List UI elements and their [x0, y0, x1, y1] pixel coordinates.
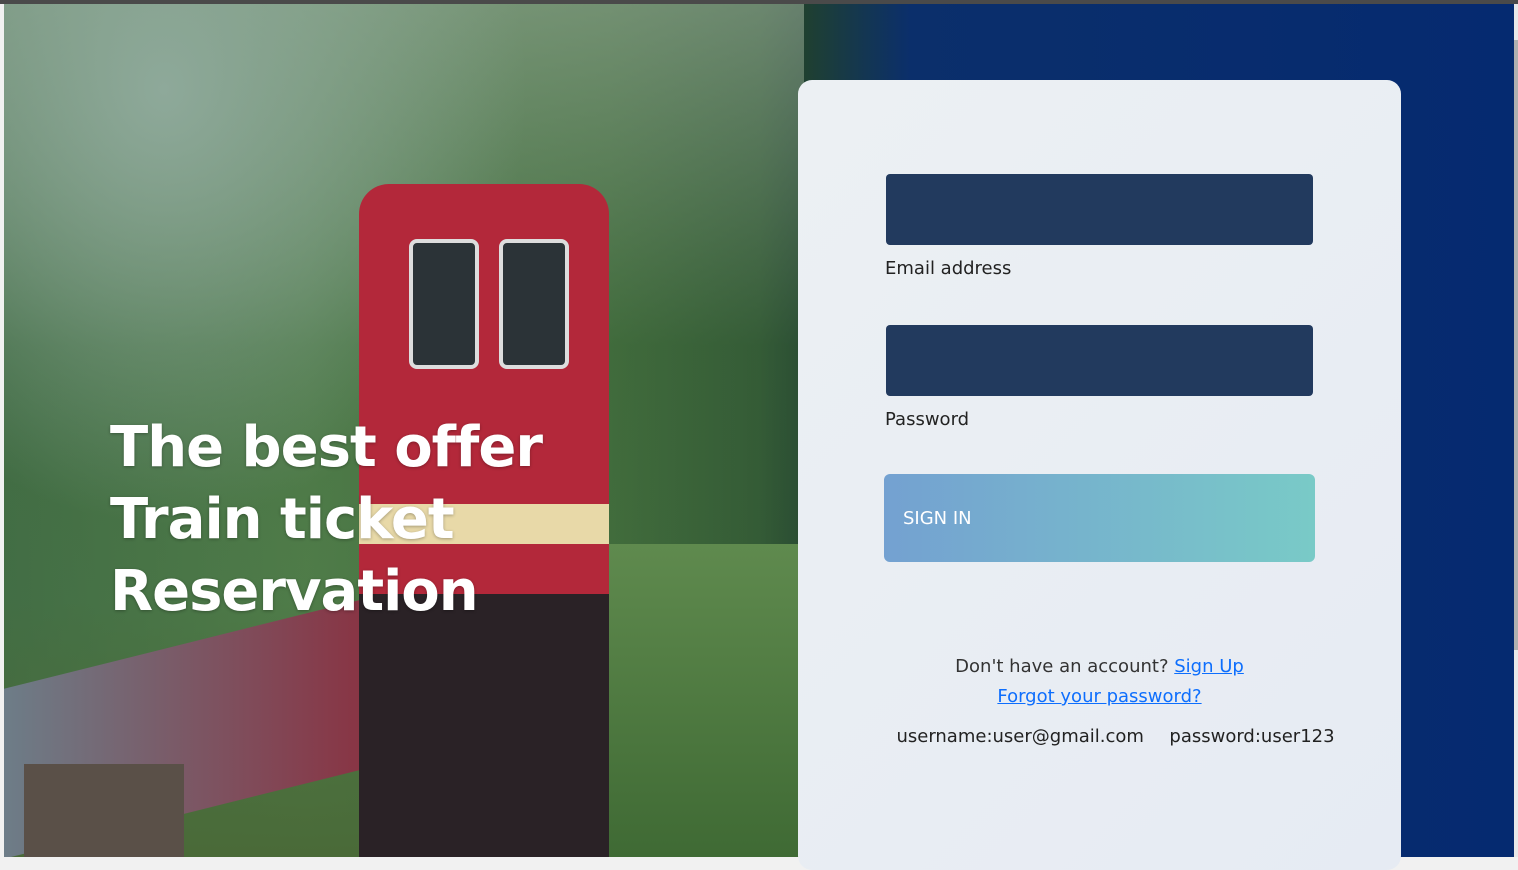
no-account-text: Don't have an account?	[955, 656, 1169, 677]
sign-in-button[interactable]: SIGN IN	[884, 474, 1315, 562]
signup-prompt: Don't have an account? Sign Up	[798, 656, 1401, 677]
scrollbar-thumb[interactable]	[1514, 40, 1518, 650]
password-input[interactable]	[886, 325, 1313, 396]
train-window	[409, 239, 479, 369]
hero-title-line: Train ticket	[110, 487, 455, 552]
hero-title: The best offer Train ticket Reservation	[110, 412, 543, 628]
forgot-password-link[interactable]: Forgot your password?	[997, 686, 1201, 707]
train-window	[499, 239, 569, 369]
demo-credentials: username:user@gmail.com password:user123	[814, 726, 1417, 747]
train-undercarriage	[359, 594, 609, 857]
demo-username: username:user@gmail.com	[896, 726, 1144, 747]
railway-track	[24, 764, 184, 857]
hero-title-line: Reservation	[110, 559, 479, 624]
sign-up-link[interactable]: Sign Up	[1174, 656, 1244, 677]
forgot-password-row: Forgot your password?	[798, 686, 1401, 707]
hero-title-line: The best offer	[110, 415, 543, 480]
password-label: Password	[885, 409, 970, 430]
email-input[interactable]	[886, 174, 1313, 245]
email-label: Email address	[885, 258, 1012, 279]
demo-password: password:user123	[1169, 726, 1335, 747]
vertical-scrollbar[interactable]	[1514, 4, 1518, 857]
login-card: Email address Password SIGN IN Don't hav…	[798, 80, 1401, 870]
grass-field	[604, 544, 804, 857]
